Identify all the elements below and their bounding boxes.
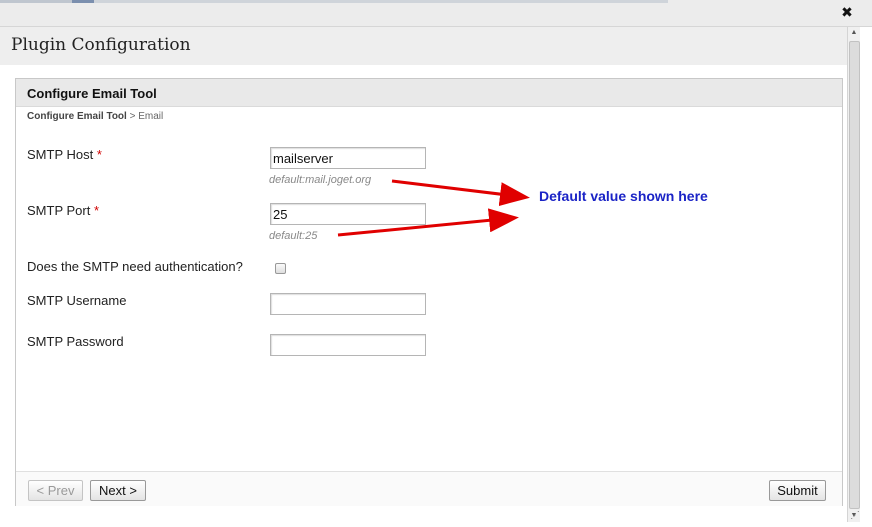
scrollbar-thumb[interactable]	[849, 41, 860, 509]
arrow-to-host-default	[391, 179, 530, 207]
chevron-up-icon[interactable]: ▲	[848, 27, 860, 39]
resize-grip-icon[interactable]: ⋰	[850, 510, 862, 522]
vertical-scrollbar[interactable]: ▲ ▼	[847, 27, 860, 522]
arrow-to-port-default	[337, 208, 519, 237]
annotation-arrows	[337, 179, 530, 237]
